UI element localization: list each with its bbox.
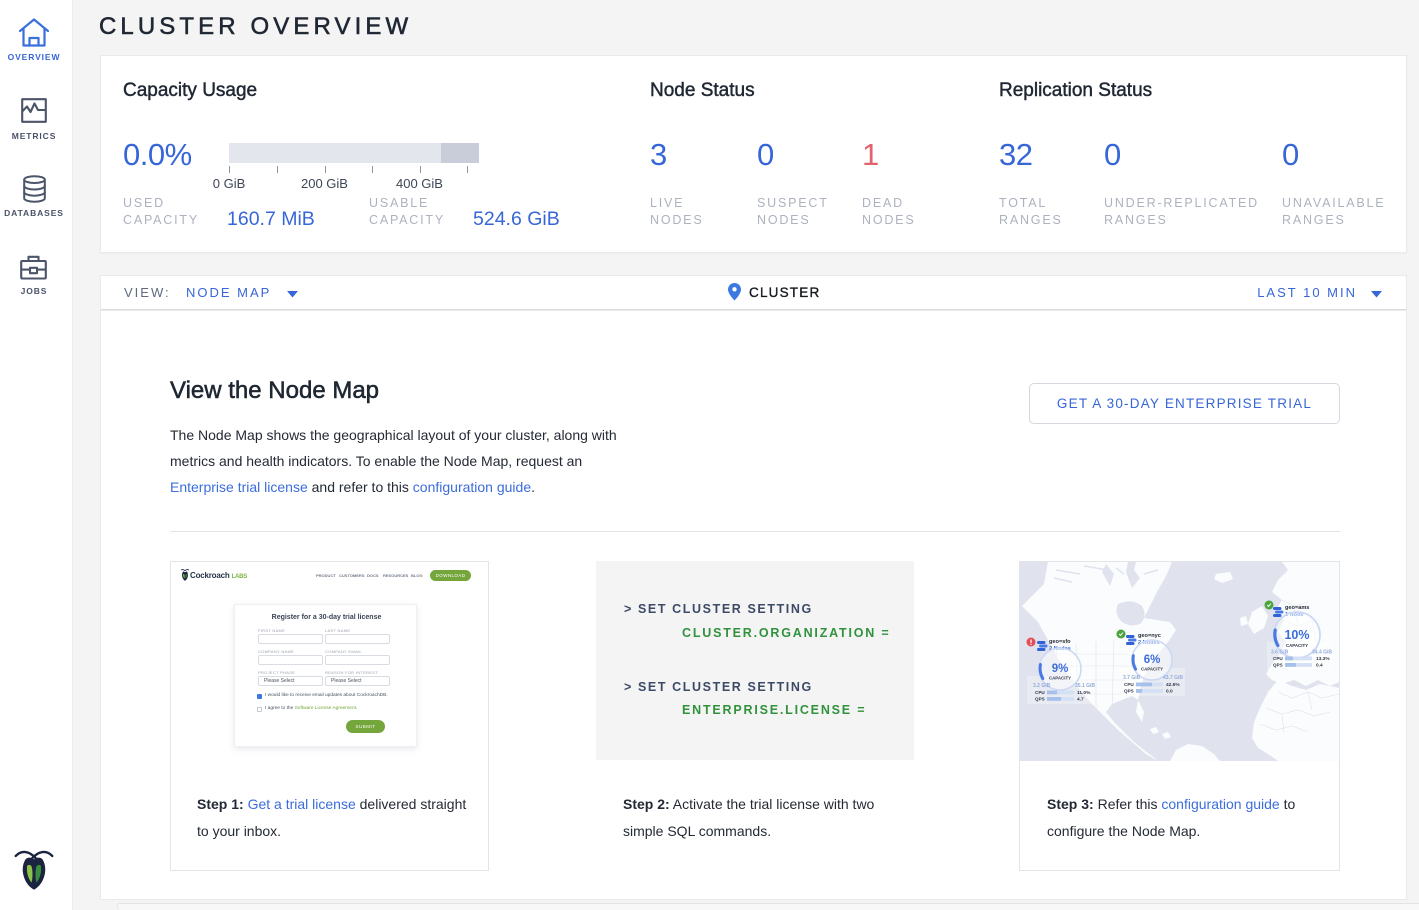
svg-text:42.5%: 42.5% bbox=[1166, 682, 1180, 688]
svg-text:3.2 GiB: 3.2 GiB bbox=[1033, 683, 1051, 689]
svg-text:QPS: QPS bbox=[1035, 697, 1045, 702]
svg-text:0.4: 0.4 bbox=[1316, 663, 1323, 669]
svg-text:CPU: CPU bbox=[1273, 656, 1283, 661]
svg-text:CAPACITY: CAPACITY bbox=[1286, 643, 1308, 648]
svg-text:35.1 GiB: 35.1 GiB bbox=[1075, 683, 1095, 689]
svg-text:QPS: QPS bbox=[1124, 689, 1134, 694]
svg-text:CPU: CPU bbox=[1124, 682, 1134, 687]
svg-text:3.7 GiB: 3.7 GiB bbox=[1123, 675, 1141, 681]
svg-text:geo=nyc: geo=nyc bbox=[1138, 633, 1161, 639]
svg-text:11.0%: 11.0% bbox=[1077, 690, 1091, 696]
svg-text:34.4 GiB: 34.4 GiB bbox=[1312, 650, 1332, 656]
svg-text:0.0: 0.0 bbox=[1166, 689, 1173, 695]
svg-text:CPU: CPU bbox=[1035, 690, 1045, 695]
svg-text:13.3%: 13.3% bbox=[1316, 656, 1330, 662]
svg-text:geo=sfo: geo=sfo bbox=[1049, 639, 1071, 645]
svg-text:CAPACITY: CAPACITY bbox=[1049, 676, 1071, 681]
svg-text:10%: 10% bbox=[1284, 628, 1309, 642]
svg-text:CAPACITY: CAPACITY bbox=[1141, 667, 1163, 672]
svg-text:43.7 GiB: 43.7 GiB bbox=[1163, 675, 1183, 681]
svg-text:6%: 6% bbox=[1144, 654, 1161, 666]
svg-text:QPS: QPS bbox=[1273, 663, 1283, 668]
svg-text:3.6 GiB: 3.6 GiB bbox=[1271, 650, 1289, 656]
svg-text:9%: 9% bbox=[1052, 663, 1069, 675]
svg-text:geo=ams: geo=ams bbox=[1285, 605, 1309, 611]
svg-text:4.7: 4.7 bbox=[1077, 697, 1084, 703]
